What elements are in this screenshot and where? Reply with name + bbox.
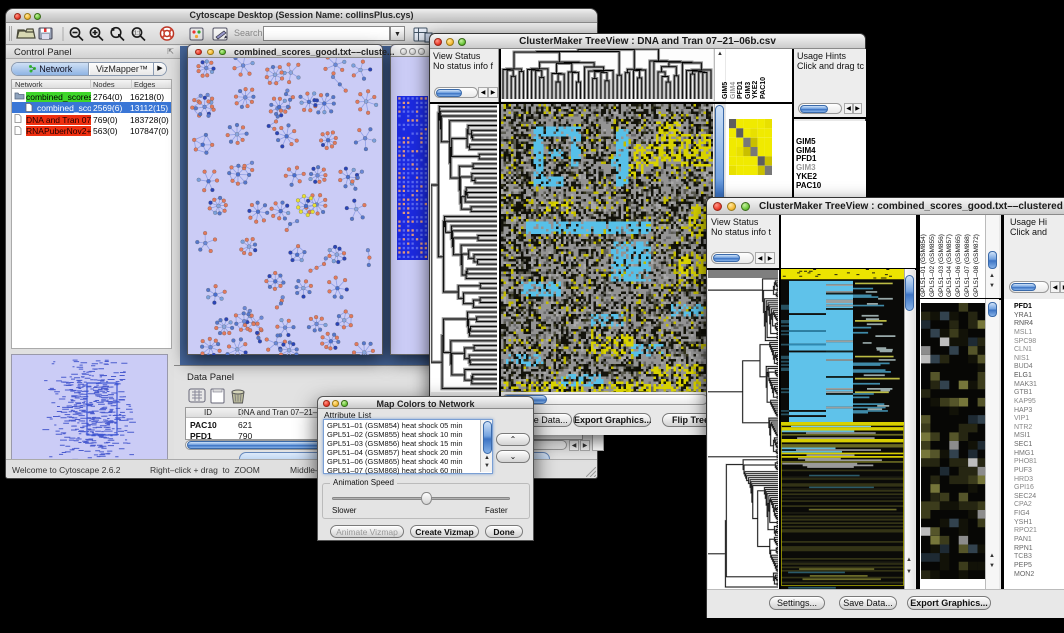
svg-text:1:1: 1:1 <box>134 31 141 37</box>
